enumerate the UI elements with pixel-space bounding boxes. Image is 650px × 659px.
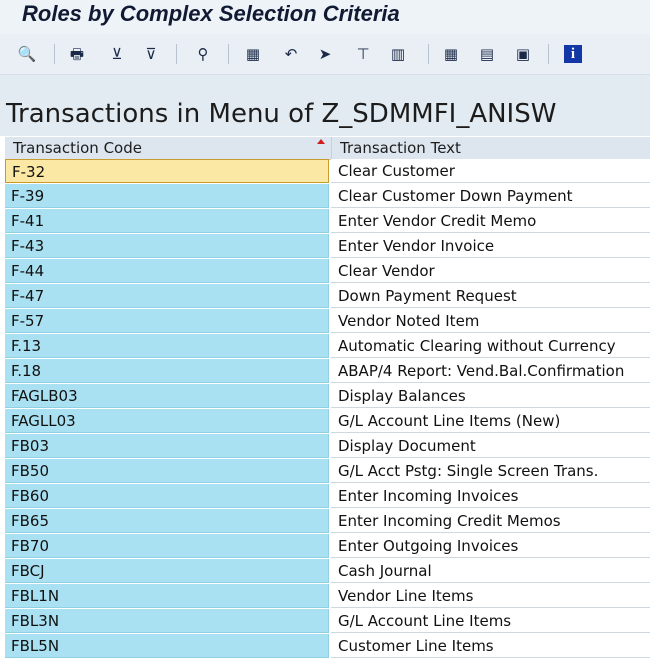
transaction-text-cell[interactable]: Clear Vendor bbox=[331, 259, 650, 283]
transaction-text-cell[interactable]: Clear Customer bbox=[331, 159, 650, 183]
save-layout-icon[interactable]: ➤ bbox=[314, 43, 336, 65]
transactions-table: F-32 Clear Customer F-39 Clear Customer Dow… bbox=[0, 159, 650, 659]
transaction-code-cell[interactable]: FB60 bbox=[5, 484, 329, 508]
table-row[interactable]: FBL5N Customer Line Items bbox=[0, 634, 650, 659]
column-icon[interactable]: ▤ bbox=[476, 43, 498, 65]
transaction-code-cell[interactable]: FAGLB03 bbox=[5, 384, 329, 408]
choose-layout-icon[interactable]: ⊤ bbox=[352, 43, 374, 65]
window-title: Roles by Complex Selection Criteria bbox=[22, 1, 400, 26]
transaction-text-cell[interactable]: Enter Vendor Invoice bbox=[331, 234, 650, 258]
column-header-transaction-code[interactable]: Transaction Code bbox=[5, 137, 332, 160]
info-glyph: i bbox=[564, 45, 582, 63]
toolbar-separator bbox=[228, 44, 229, 64]
transaction-code-cell[interactable]: F.18 bbox=[5, 359, 329, 383]
table-row[interactable]: F-47 Down Payment Request bbox=[0, 284, 650, 309]
print-icon[interactable]: 🖶 bbox=[66, 43, 88, 65]
graphic-icon[interactable]: ↶ bbox=[280, 43, 302, 65]
transaction-text-cell[interactable]: G/L Acct Pstg: Single Screen Trans. bbox=[331, 459, 650, 483]
transaction-code-cell[interactable]: FBL3N bbox=[5, 609, 329, 633]
page-title: Transactions in Menu of Z_SDMMFI_ANISW bbox=[6, 99, 557, 129]
transaction-code-cell[interactable]: F-41 bbox=[5, 209, 329, 233]
table-row[interactable]: F-44 Clear Vendor bbox=[0, 259, 650, 284]
grid-icon[interactable]: ▦ bbox=[440, 43, 462, 65]
sort-ascending-icon bbox=[317, 139, 325, 144]
column-header-label: Transaction Text bbox=[340, 139, 461, 157]
tree-icon[interactable]: ▣ bbox=[512, 43, 534, 65]
toolbar-gap bbox=[0, 75, 650, 90]
transaction-text-cell[interactable]: G/L Account Line Items bbox=[331, 609, 650, 633]
application-toolbar: 🔍 🖶 ⊻ ⊽ ⚲ ▦ ↶ ➤ ⊤ ▥ ▦ ▤ ▣ i bbox=[0, 34, 650, 75]
table-row[interactable]: FAGLL03 G/L Account Line Items (New) bbox=[0, 409, 650, 434]
table-row[interactable]: F.13 Automatic Clearing without Currency bbox=[0, 334, 650, 359]
transaction-code-cell[interactable]: F-57 bbox=[5, 309, 329, 333]
transaction-code-cell[interactable]: FBL5N bbox=[5, 634, 329, 658]
transaction-code-cell[interactable]: FB03 bbox=[5, 434, 329, 458]
transaction-code-cell[interactable]: FAGLL03 bbox=[5, 409, 329, 433]
transaction-text-cell[interactable]: Enter Incoming Invoices bbox=[331, 484, 650, 508]
filter-icon[interactable]: ⊽ bbox=[140, 43, 162, 65]
table-row[interactable]: FBL1N Vendor Line Items bbox=[0, 584, 650, 609]
transaction-text-cell[interactable]: ABAP/4 Report: Vend.Bal.Confirmation bbox=[331, 359, 650, 383]
info-icon[interactable]: i bbox=[562, 43, 584, 65]
transaction-code-cell[interactable]: F-43 bbox=[5, 234, 329, 258]
change-layout-icon[interactable]: ▥ bbox=[387, 43, 409, 65]
transaction-code-cell[interactable]: F-47 bbox=[5, 284, 329, 308]
transaction-text-cell[interactable]: Enter Outgoing Invoices bbox=[331, 534, 650, 558]
table-row[interactable]: FAGLB03 Display Balances bbox=[0, 384, 650, 409]
title-bar: Roles by Complex Selection Criteria bbox=[0, 0, 650, 34]
table-row[interactable]: FB60 Enter Incoming Invoices bbox=[0, 484, 650, 509]
table-row[interactable]: F-32 Clear Customer bbox=[0, 159, 650, 184]
table-row[interactable]: FBCJ Cash Journal bbox=[0, 559, 650, 584]
table-row[interactable]: F-57 Vendor Noted Item bbox=[0, 309, 650, 334]
table-row[interactable]: F.18 ABAP/4 Report: Vend.Bal.Confirmation bbox=[0, 359, 650, 384]
set-filter-icon[interactable]: ⊻ bbox=[106, 43, 128, 65]
details-icon[interactable]: 🔍 bbox=[16, 43, 38, 65]
transaction-code-cell[interactable]: F.13 bbox=[5, 334, 329, 358]
toolbar-separator bbox=[548, 44, 549, 64]
toolbar-separator bbox=[428, 44, 429, 64]
transaction-text-cell[interactable]: Vendor Noted Item bbox=[331, 309, 650, 333]
find-icon[interactable]: ⚲ bbox=[192, 43, 214, 65]
table-row[interactable]: F-41 Enter Vendor Credit Memo bbox=[0, 209, 650, 234]
transaction-text-cell[interactable]: Enter Incoming Credit Memos bbox=[331, 509, 650, 533]
table-row[interactable]: FBL3N G/L Account Line Items bbox=[0, 609, 650, 634]
table-row[interactable]: FB50 G/L Acct Pstg: Single Screen Trans. bbox=[0, 459, 650, 484]
transaction-text-cell[interactable]: Automatic Clearing without Currency bbox=[331, 334, 650, 358]
transaction-code-cell[interactable]: F-39 bbox=[5, 184, 329, 208]
table-row[interactable]: F-39 Clear Customer Down Payment bbox=[0, 184, 650, 209]
table-row[interactable]: F-43 Enter Vendor Invoice bbox=[0, 234, 650, 259]
toolbar-separator bbox=[54, 44, 55, 64]
transaction-text-cell[interactable]: Enter Vendor Credit Memo bbox=[331, 209, 650, 233]
transaction-code-cell[interactable]: F-44 bbox=[5, 259, 329, 283]
column-header-transaction-text[interactable]: Transaction Text bbox=[332, 137, 650, 160]
export-icon[interactable]: ▦ bbox=[242, 43, 264, 65]
transaction-text-cell[interactable]: Customer Line Items bbox=[331, 634, 650, 658]
transaction-code-cell[interactable]: FBCJ bbox=[5, 559, 329, 583]
transaction-code-cell[interactable]: FB65 bbox=[5, 509, 329, 533]
transaction-text-cell[interactable]: Display Balances bbox=[331, 384, 650, 408]
transaction-text-cell[interactable]: Down Payment Request bbox=[331, 284, 650, 308]
table-row[interactable]: FB65 Enter Incoming Credit Memos bbox=[0, 509, 650, 534]
transaction-code-cell[interactable]: FB50 bbox=[5, 459, 329, 483]
transaction-text-cell[interactable]: G/L Account Line Items (New) bbox=[331, 409, 650, 433]
transaction-code-cell[interactable]: FB70 bbox=[5, 534, 329, 558]
column-header-label: Transaction Code bbox=[13, 139, 142, 157]
transaction-code-cell[interactable]: F-32 bbox=[5, 159, 329, 183]
transaction-text-cell[interactable]: Cash Journal bbox=[331, 559, 650, 583]
transaction-code-cell[interactable]: FBL1N bbox=[5, 584, 329, 608]
list-heading: Transactions in Menu of Z_SDMMFI_ANISW bbox=[0, 90, 650, 136]
table-row[interactable]: FB03 Display Document bbox=[0, 434, 650, 459]
transaction-text-cell[interactable]: Display Document bbox=[331, 434, 650, 458]
toolbar-separator bbox=[176, 44, 177, 64]
table-row[interactable]: FB70 Enter Outgoing Invoices bbox=[0, 534, 650, 559]
transaction-text-cell[interactable]: Vendor Line Items bbox=[331, 584, 650, 608]
transaction-text-cell[interactable]: Clear Customer Down Payment bbox=[331, 184, 650, 208]
